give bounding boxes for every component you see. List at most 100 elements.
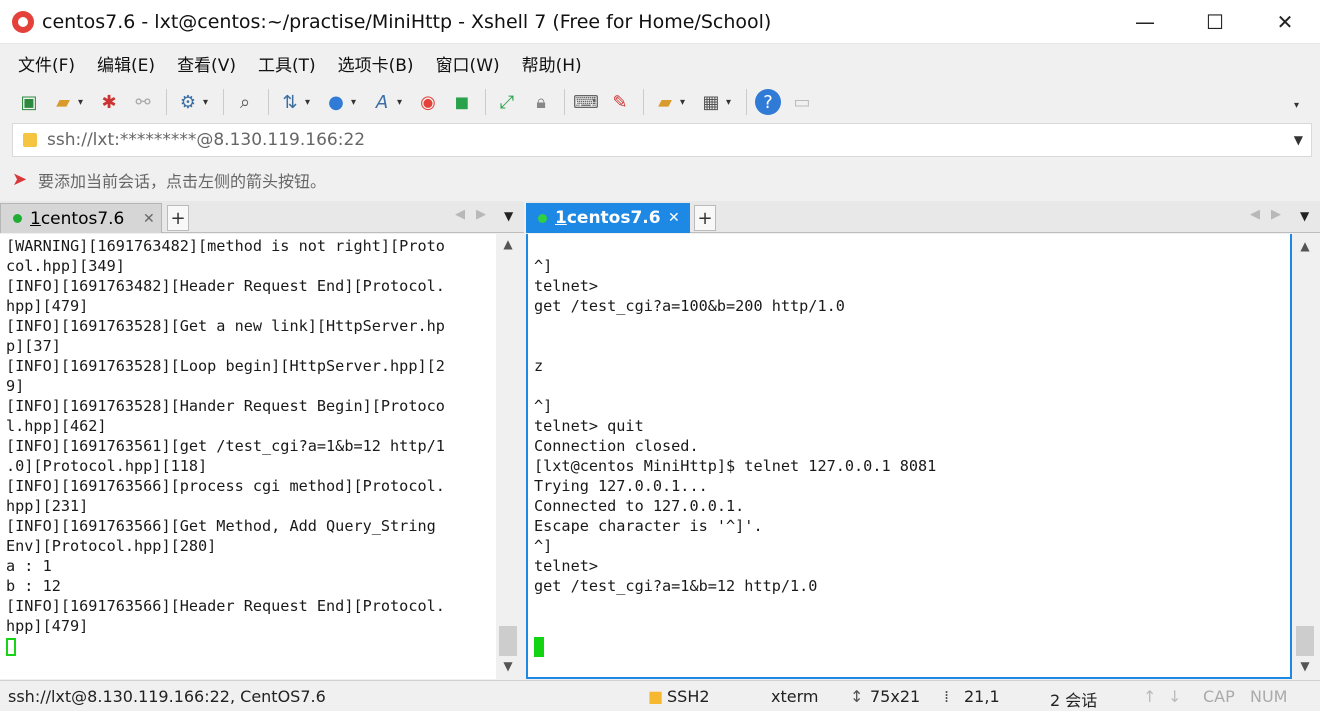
- scroll-up-icon[interactable]: ▲: [497, 234, 519, 254]
- globe-dropdown-icon[interactable]: ▾: [351, 97, 361, 108]
- status-sessions: 2 会话: [1050, 691, 1098, 710]
- terminal-cursor: [6, 637, 16, 656]
- tab-close-icon[interactable]: ✕: [668, 210, 680, 226]
- tab-scroll-right-icon[interactable]: ▶: [476, 207, 486, 222]
- address-bar[interactable]: ssh://lxt:*********@8.130.119.166:22 ▼: [12, 123, 1312, 157]
- terminal-cursor: [534, 636, 544, 657]
- layout-icon[interactable]: ▦: [698, 89, 724, 115]
- properties-icon[interactable]: ⚙: [175, 89, 201, 115]
- add-tab-button[interactable]: +: [694, 205, 716, 231]
- menu-help[interactable]: 帮助(H): [518, 49, 586, 78]
- tab-menu-icon[interactable]: ▼: [1300, 209, 1309, 223]
- right-session-pane: 1 centos7.6 ✕ + ◀ ▶ ▼ ^] telnet> get /te…: [526, 201, 1320, 679]
- terminal-line: [WARNING][1691763482][method is not righ…: [6, 237, 445, 255]
- right-scrollbar[interactable]: ▲ ▼: [1294, 234, 1316, 679]
- tab-scroll-left-icon[interactable]: ◀: [1250, 207, 1260, 222]
- tab-scroll-right-icon[interactable]: ▶: [1271, 207, 1281, 222]
- layout-dropdown-icon[interactable]: ▾: [726, 97, 736, 108]
- lock-icon: [23, 133, 37, 147]
- tab-centos7-6-right[interactable]: 1 centos7.6 ✕: [526, 203, 690, 233]
- toolbar: ▣ ▰ ▾ ✱ ⚯ ⚙ ▾ ⌕ ⇅ ▾ ● ▾ A ▾ ◉ ◼ ⤢ 🔒︎ ⌨ ✎…: [0, 82, 1320, 122]
- terminal-line: get /test_cgi?a=1&b=12 http/1.0: [534, 577, 818, 595]
- left-session-pane: 1 centos7.6 ✕ + ◀ ▶ ▼ [WARNING][16917634…: [0, 201, 524, 679]
- scroll-down-icon[interactable]: ▼: [497, 656, 519, 676]
- terminal-line: telnet>: [534, 277, 599, 295]
- tab-number: 1: [30, 208, 41, 229]
- maximize-button[interactable]: ☐: [1180, 0, 1250, 44]
- reconnect-icon[interactable]: ⚯: [130, 89, 156, 115]
- scroll-down-icon[interactable]: ▼: [1294, 656, 1316, 676]
- terminal-line: ^]: [534, 397, 553, 415]
- keyboard-icon[interactable]: ⌨: [573, 89, 599, 115]
- open-dropdown-icon[interactable]: ▾: [78, 97, 88, 108]
- xftp-icon[interactable]: ◼: [449, 89, 475, 115]
- address-value[interactable]: ssh://lxt:*********@8.130.119.166:22: [47, 130, 365, 150]
- status-num: NUM: [1250, 687, 1288, 706]
- status-bar: ssh://lxt@8.130.119.166:22, CentOS7.6 ■ …: [0, 680, 1320, 711]
- terminal-line: [INFO][1691763566][process cgi method][P…: [6, 477, 445, 495]
- menu-tabs[interactable]: 选项卡(B): [334, 49, 418, 78]
- chat-icon[interactable]: ▭: [789, 89, 815, 115]
- disconnect-icon[interactable]: ✱: [96, 89, 122, 115]
- tab-close-icon[interactable]: ✕: [143, 211, 155, 227]
- terminal-line: [INFO][1691763566][Get Method, Add Query…: [6, 517, 436, 535]
- terminal-line: 9]: [6, 377, 25, 395]
- transfer-dropdown-icon[interactable]: ▾: [305, 97, 315, 108]
- font-icon[interactable]: A: [369, 89, 395, 115]
- scroll-thumb[interactable]: [1296, 626, 1314, 656]
- ssh-lock-icon: ■: [648, 687, 664, 706]
- new-session-icon[interactable]: ▣: [16, 89, 42, 115]
- terminal-line: [INFO][1691763528][Get a new link][HttpS…: [6, 317, 445, 335]
- terminal-line: p][37]: [6, 337, 61, 355]
- menu-edit[interactable]: 编辑(E): [93, 49, 159, 78]
- tab-menu-icon[interactable]: ▼: [504, 209, 513, 223]
- terminal-line: Connected to 127.0.0.1.: [534, 497, 745, 515]
- address-dropdown-icon[interactable]: ▼: [1294, 133, 1303, 147]
- properties-dropdown-icon[interactable]: ▾: [203, 97, 213, 108]
- left-terminal[interactable]: [WARNING][1691763482][method is not righ…: [0, 234, 496, 679]
- help-icon[interactable]: ?: [755, 89, 781, 115]
- highlight-icon[interactable]: ✎: [607, 89, 633, 115]
- add-tab-button[interactable]: +: [167, 205, 189, 231]
- fullscreen-icon[interactable]: ⤢: [494, 89, 520, 115]
- terminal-line: Trying 127.0.0.1...: [534, 477, 708, 495]
- tab-scroll-left-icon[interactable]: ◀: [455, 207, 465, 222]
- tab-number: 1: [555, 208, 567, 228]
- lock-icon[interactable]: 🔒︎: [528, 89, 554, 115]
- session-up-icon[interactable]: ↑: [1143, 687, 1156, 706]
- terminal-line: hpp][479]: [6, 297, 89, 315]
- transfer-icon[interactable]: ⇅: [277, 89, 303, 115]
- new-folder-icon[interactable]: ▰: [652, 89, 678, 115]
- xshell-icon[interactable]: ◉: [415, 89, 441, 115]
- right-terminal-output: ^] telnet> get /test_cgi?a=100&b=200 htt…: [528, 234, 1290, 657]
- terminal-line: b : 12: [6, 577, 61, 595]
- status-cap: CAP: [1203, 687, 1235, 706]
- title-bar: centos7.6 - lxt@centos:~/practise/MiniHt…: [0, 0, 1320, 44]
- scroll-thumb[interactable]: [499, 626, 517, 656]
- status-term: xterm: [771, 687, 819, 706]
- menu-tools[interactable]: 工具(T): [254, 49, 320, 78]
- menu-view[interactable]: 查看(V): [173, 49, 240, 78]
- menu-file[interactable]: 文件(F): [14, 49, 79, 78]
- tab-centos7-6-left[interactable]: 1 centos7.6 ✕: [0, 203, 162, 233]
- right-terminal[interactable]: ^] telnet> get /test_cgi?a=100&b=200 htt…: [526, 234, 1292, 679]
- find-icon[interactable]: ⌕: [232, 89, 258, 115]
- minimize-button[interactable]: —: [1110, 0, 1180, 44]
- add-session-arrow-icon[interactable]: ➤: [12, 170, 32, 190]
- scroll-up-icon[interactable]: ▲: [1294, 236, 1316, 256]
- terminal-line: [INFO][1691763528][Loop begin][HttpServe…: [6, 357, 445, 375]
- status-protocol: SSH2: [667, 687, 710, 706]
- globe-icon[interactable]: ●: [323, 89, 349, 115]
- status-connection: ssh://lxt@8.130.119.166:22, CentOS7.6: [8, 687, 326, 706]
- close-button[interactable]: ✕: [1250, 0, 1320, 44]
- font-dropdown-icon[interactable]: ▾: [397, 97, 407, 108]
- folder-dropdown-icon[interactable]: ▾: [680, 97, 690, 108]
- open-folder-icon[interactable]: ▰: [50, 89, 76, 115]
- terminal-line: [INFO][1691763482][Header Request End][P…: [6, 277, 445, 295]
- toolbar-more-icon[interactable]: ▾: [1294, 100, 1304, 111]
- status-dot: [13, 214, 22, 223]
- left-scrollbar[interactable]: ▲ ▼: [497, 234, 519, 679]
- session-down-icon[interactable]: ↓: [1168, 687, 1181, 706]
- menu-window[interactable]: 窗口(W): [432, 49, 504, 78]
- terminal-line: Connection closed.: [534, 437, 699, 455]
